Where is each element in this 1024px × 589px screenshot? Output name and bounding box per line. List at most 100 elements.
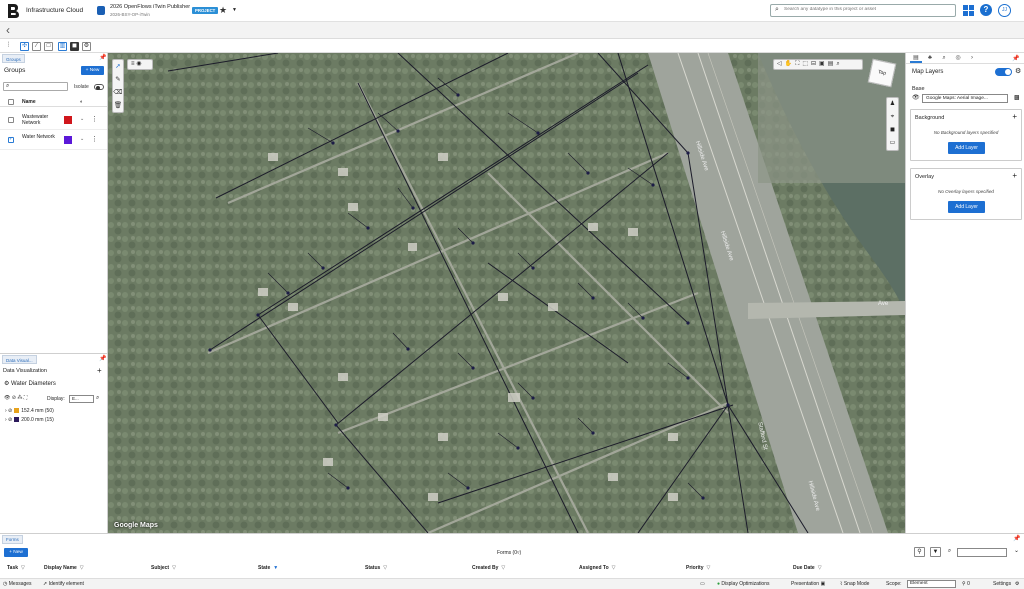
forms-search-input[interactable] [957, 548, 1007, 557]
measure-icon[interactable]: ⌖ [887, 111, 898, 124]
tree-tab-icon[interactable]: ♣ [924, 54, 936, 63]
visibility-icon[interactable]: ◐ [80, 99, 83, 105]
edit-tool-icon[interactable]: ✎ [113, 73, 123, 86]
group-checkbox[interactable] [8, 136, 14, 143]
chevron-down-icon[interactable]: ⌄ [80, 136, 84, 142]
eraser-tool-icon[interactable]: ⌫ [113, 86, 123, 99]
new-form-button[interactable]: + New [4, 548, 28, 557]
water-diameters-item[interactable]: ⚙ Water Diameters [4, 380, 56, 387]
new-group-button[interactable]: + New [81, 66, 104, 75]
filter-icon[interactable]: ▽ [818, 565, 822, 571]
filter-icon[interactable]: ▽ [80, 565, 84, 571]
isolate-toggle[interactable] [94, 84, 104, 90]
screenshot-icon[interactable]: ▭ [887, 137, 898, 150]
walk-icon[interactable]: ♟ [887, 98, 898, 111]
pin-icon[interactable]: 📌 [1013, 535, 1020, 542]
groups-search-input[interactable]: ⌕ [3, 82, 68, 91]
tab-groups[interactable]: Groups [2, 54, 25, 63]
chevron-down-icon[interactable]: ⌄ [80, 116, 84, 122]
add-overlay-layer-button[interactable]: Add Layer [948, 201, 985, 213]
map-canvas[interactable] [108, 53, 905, 533]
group-color-swatch[interactable] [64, 136, 72, 144]
column-header[interactable]: Due Date ▽ [793, 565, 822, 571]
messages-button[interactable]: ◷ Messages [3, 581, 32, 587]
eye-icon[interactable]: ◉ [136, 61, 141, 67]
map-layers-toggle[interactable] [995, 68, 1012, 76]
layers-tab-icon[interactable]: ▤ [910, 54, 922, 63]
add-overlay-icon[interactable]: + [1012, 171, 1017, 180]
group-row[interactable]: Water Network ⌄ ⋮ [0, 130, 107, 150]
column-header[interactable]: Display Name ▽ [44, 565, 84, 571]
filter-icon[interactable]: ▽ [21, 565, 25, 571]
presentation-button[interactable]: Presentation ▣ [791, 581, 825, 587]
group-checkbox[interactable] [8, 117, 14, 123]
pointer-tool-icon[interactable]: ➚ [113, 60, 123, 73]
window-area-icon[interactable]: ⬚ [802, 61, 811, 67]
pin-icon[interactable]: 📌 [99, 355, 106, 362]
delete-tool-icon[interactable]: 🗑 [113, 99, 123, 112]
render-icon[interactable]: ▣ [819, 61, 828, 67]
filter-active-icon[interactable]: ▼ [273, 565, 278, 571]
properties-tab-icon[interactable]: ◎ [952, 54, 964, 63]
display-optimizations-button[interactable]: ● Display Optimizations [717, 581, 770, 587]
legend-item[interactable]: › ⊘ 152.4 mm (50) [5, 408, 54, 414]
zoom-icon[interactable]: ⌕ [836, 61, 842, 67]
location-icon[interactable]: ⚲ [914, 547, 925, 557]
apps-grid-icon[interactable] [963, 5, 974, 16]
map-viewport[interactable]: Hillside Ave Hillside Ave Stafford St Hi… [108, 53, 905, 533]
global-search[interactable]: ⌕ [770, 4, 956, 17]
chevron-down-icon[interactable]: ⌄ [1011, 547, 1022, 557]
transparency-icon[interactable]: ▩ [1014, 94, 1020, 101]
filter-icon[interactable]: ▽ [612, 565, 616, 571]
pan-icon[interactable]: ✋ [785, 61, 795, 67]
menu-icon[interactable]: ≡ [131, 61, 135, 67]
help-icon[interactable]: ? [980, 4, 992, 16]
search-tab-icon[interactable]: ⌕ [938, 54, 950, 63]
settings-tool-icon[interactable]: ⚙ [82, 42, 91, 51]
line-tool-icon[interactable]: ∕ [32, 42, 41, 51]
gear-icon[interactable]: ⚙ [1015, 581, 1019, 587]
column-header[interactable]: State ▼ [258, 565, 278, 571]
filter-icon[interactable]: ▽ [501, 565, 505, 571]
pin-icon[interactable]: 📌 [1012, 55, 1019, 62]
app-title[interactable]: Infrastructure Cloud [26, 7, 83, 14]
search-icon[interactable]: ⌕ [96, 395, 99, 402]
search-icon[interactable]: ⌕ [944, 547, 955, 557]
column-header[interactable]: Subject ▽ [151, 565, 176, 571]
gear-icon[interactable]: ⚙ [1015, 67, 1021, 75]
rectangle-tool-icon[interactable]: □ [44, 42, 53, 51]
chevron-down-icon[interactable]: ▼ [232, 7, 237, 13]
view-cube[interactable]: Top [867, 58, 897, 88]
column-header[interactable]: Assigned To ▽ [579, 565, 616, 571]
display-select[interactable]: E... [69, 395, 94, 403]
scope-select[interactable]: Element [907, 580, 956, 588]
group-color-swatch[interactable] [64, 116, 72, 124]
chart-tool-icon[interactable]: ▥ [58, 42, 67, 51]
camera-icon[interactable]: ◼ [887, 124, 898, 137]
column-header[interactable]: Created By ▽ [472, 565, 505, 571]
base-map-select[interactable]: Google Maps: Aerial Image... [922, 94, 1008, 103]
user-avatar[interactable]: JJ [998, 4, 1011, 17]
tab-forms[interactable]: Forms [2, 535, 23, 544]
measure-tool-icon[interactable]: ◼ [70, 42, 79, 51]
filter-icon[interactable]: ⁂ [17, 395, 22, 401]
chevron-right-icon[interactable]: › [966, 54, 978, 63]
view-icon[interactable]: ▭ [700, 581, 705, 587]
global-search-input[interactable] [784, 7, 952, 12]
eye-icon[interactable]: 👁 [4, 395, 10, 401]
add-icon[interactable]: + [97, 366, 102, 375]
filter-icon[interactable]: ▽ [172, 565, 176, 571]
tab-data-visualization[interactable]: Data Visual... [2, 355, 37, 364]
legend-item[interactable]: › ⊘ 200.0 mm (15) [5, 417, 54, 423]
section-icon[interactable]: ⊟ [811, 61, 819, 67]
select-tool-icon[interactable]: ✣ [20, 42, 29, 51]
column-header[interactable]: Priority ▽ [686, 565, 710, 571]
more-options-icon[interactable]: ⋮ [91, 115, 98, 123]
rotate-icon[interactable]: ◁ [777, 61, 785, 67]
filter-icon[interactable]: ▽ [707, 565, 711, 571]
frame-icon[interactable]: ⛶ [24, 395, 28, 401]
more-options-icon[interactable]: ⋮ [91, 135, 98, 143]
filter-icon[interactable]: ▽ [383, 565, 387, 571]
column-header[interactable]: Task ▽ [7, 565, 25, 571]
settings-button[interactable]: Settings [993, 581, 1011, 587]
